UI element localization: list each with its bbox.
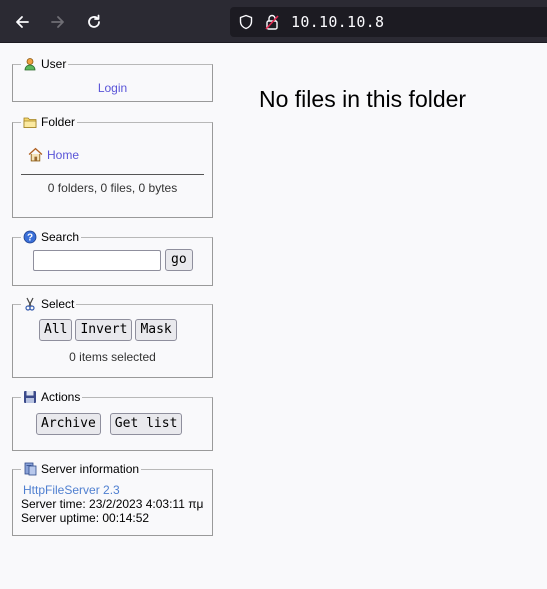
user-icon	[24, 58, 36, 71]
go-button[interactable]: go	[165, 249, 193, 271]
actions-panel: Actions Archive Get list	[12, 390, 213, 451]
home-link[interactable]: Home	[47, 148, 79, 162]
scissors-icon	[25, 297, 35, 311]
folder-legend: Folder	[21, 115, 77, 129]
actions-legend: Actions	[21, 390, 82, 404]
back-button[interactable]	[8, 8, 36, 36]
select-legend-label: Select	[41, 297, 75, 311]
archive-button[interactable]: Archive	[36, 413, 101, 435]
home-row: Home	[13, 129, 212, 162]
search-panel: ? Search go	[12, 230, 213, 286]
user-legend-label: User	[41, 57, 67, 71]
folder-panel: Folder Home 0 folders, 0 files, 0 bytes	[12, 115, 213, 218]
folder-summary: 0 folders, 0 files, 0 bytes	[47, 181, 178, 195]
search-legend: ? Search	[21, 230, 81, 244]
folder-icon	[23, 117, 37, 128]
select-all-button[interactable]: All	[39, 319, 73, 341]
select-legend: Select	[21, 297, 76, 311]
shield-icon[interactable]	[238, 14, 254, 30]
search-legend-label: Search	[41, 230, 80, 244]
insecure-lock-icon[interactable]	[264, 13, 280, 31]
forward-button[interactable]	[44, 8, 72, 36]
user-panel: User Login	[12, 57, 213, 102]
server-icon	[24, 462, 37, 476]
arrow-right-icon	[51, 16, 64, 28]
floppy-disk-icon	[24, 391, 36, 403]
page-content: User Login Folder Home 0 folders, 0 file…	[0, 44, 547, 589]
select-panel: Select All Invert Mask 0 items selected	[12, 297, 213, 378]
browser-toolbar: 10.10.10.8	[0, 0, 547, 43]
server-software-link[interactable]: HttpFileServer 2.3	[23, 483, 120, 497]
selected-count: 0 items selected	[69, 350, 156, 364]
help-icon: ?	[23, 230, 37, 244]
server-info-legend-label: Server information	[41, 462, 140, 476]
server-info-panel: Server information HttpFileServer 2.3 Se…	[12, 462, 213, 536]
login-link[interactable]: Login	[98, 81, 127, 95]
actions-legend-label: Actions	[41, 390, 81, 404]
arrow-left-icon	[16, 16, 29, 28]
reload-icon	[88, 14, 100, 28]
home-icon	[28, 147, 43, 162]
reload-button[interactable]	[80, 8, 108, 36]
user-legend: User	[21, 57, 68, 71]
get-list-button[interactable]: Get list	[109, 413, 183, 435]
invert-selection-button[interactable]: Invert	[75, 319, 133, 341]
search-input[interactable]	[33, 249, 161, 271]
server-time: Server time: 23/2/2023 4:03:11 πμ	[21, 497, 204, 511]
server-info-legend: Server information	[21, 462, 141, 476]
svg-text:?: ?	[27, 233, 33, 244]
empty-folder-message: No files in this folder	[259, 86, 467, 112]
url-bar[interactable]: 10.10.10.8	[230, 7, 547, 37]
url-text[interactable]: 10.10.10.8	[291, 13, 384, 31]
folder-legend-label: Folder	[41, 115, 76, 129]
server-uptime: Server uptime: 00:14:52	[21, 511, 150, 525]
mask-button[interactable]: Mask	[135, 319, 177, 341]
